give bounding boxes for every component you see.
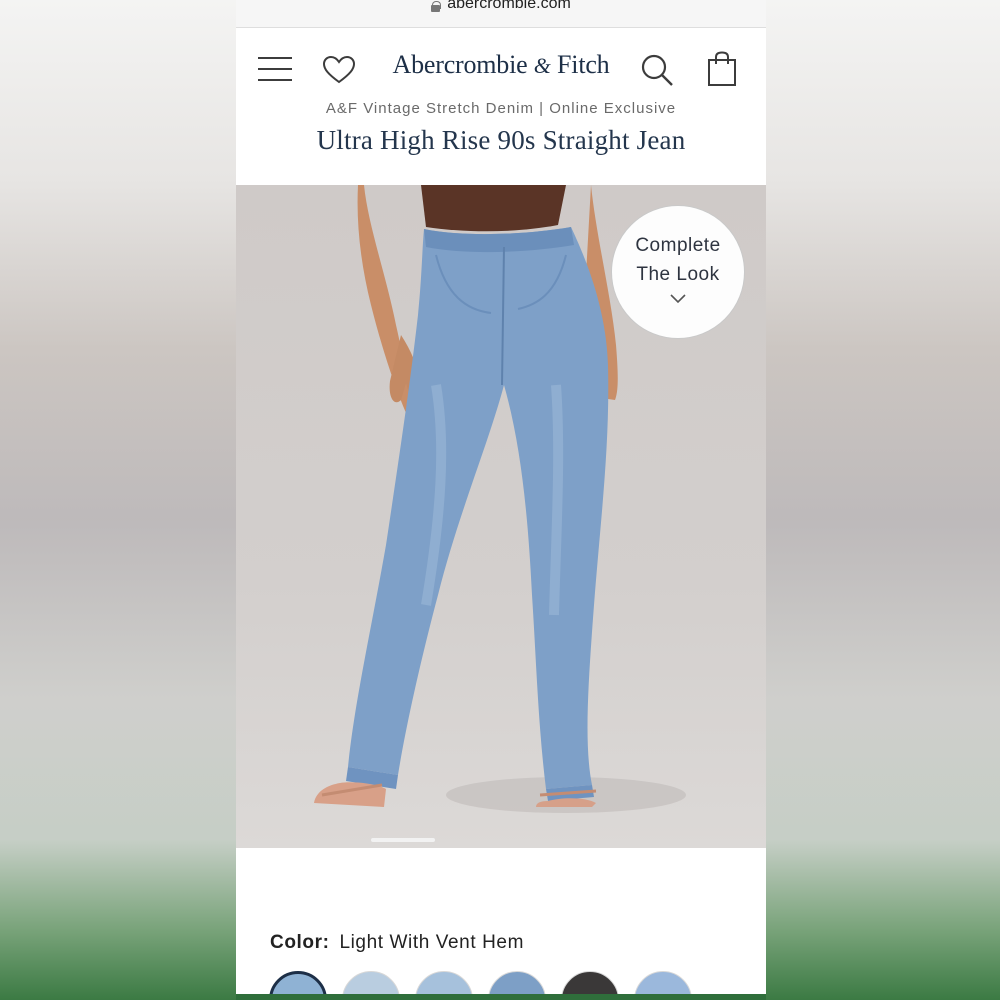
brand-ampersand: &	[533, 53, 551, 78]
product-title: Ultra High Rise 90s Straight Jean	[316, 125, 686, 155]
carousel-indicator[interactable]	[371, 838, 435, 842]
browser-url-bar[interactable]: abercrombie.com	[236, 0, 766, 28]
complete-the-look-label-line1: Complete	[635, 235, 721, 256]
footer-accent-bar	[236, 994, 766, 1000]
lock-icon	[431, 1, 442, 12]
brand-logo[interactable]: Abercrombie & Fitch	[236, 50, 766, 80]
shopping-bag-icon[interactable]	[707, 51, 737, 87]
chevron-down-icon	[670, 294, 686, 304]
search-icon[interactable]	[640, 53, 674, 87]
color-value: Light With Vent Hem	[339, 932, 525, 953]
background-blur-right	[766, 0, 1000, 1000]
background-blur-left	[0, 0, 236, 1000]
complete-the-look-label-line2: The Look	[636, 264, 720, 285]
phone-screen: abercrombie.com Abercrombie & Fitch A&F …	[236, 0, 766, 1000]
brand-name-last: Fitch	[557, 50, 610, 79]
complete-the-look-button[interactable]: Complete The Look	[611, 205, 745, 339]
site-header: Abercrombie & Fitch	[236, 28, 766, 106]
product-image-carousel[interactable]: Complete The Look	[236, 185, 766, 848]
color-label: Color:	[270, 932, 330, 953]
color-selection-label: Color: Light With Vent Hem	[270, 932, 524, 954]
url-text: abercrombie.com	[447, 0, 571, 12]
brand-name-first: Abercrombie	[392, 50, 528, 79]
